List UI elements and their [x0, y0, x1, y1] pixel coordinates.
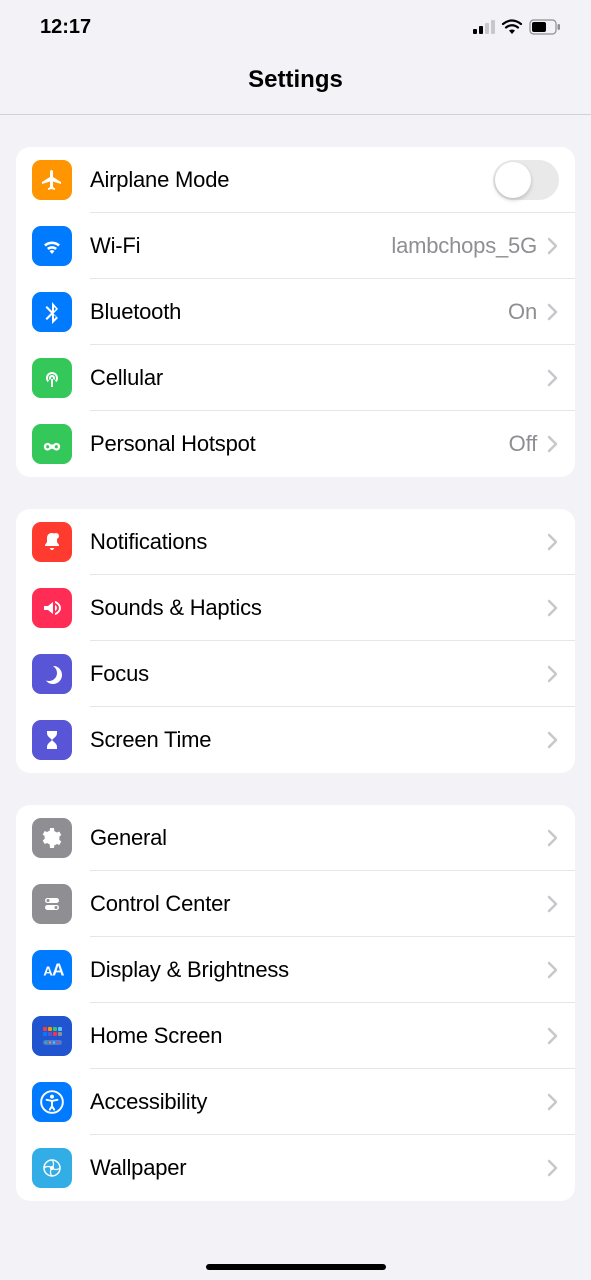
row-label: Airplane Mode [90, 167, 493, 193]
svg-text:A: A [52, 959, 65, 979]
row-label: Notifications [90, 529, 547, 555]
row-label: Control Center [90, 891, 547, 917]
row-label: Display & Brightness [90, 957, 547, 983]
row-personal-hotspot[interactable]: Personal Hotspot Off [16, 411, 575, 477]
wifi-status-icon [501, 19, 523, 35]
cellular-icon [32, 358, 72, 398]
bluetooth-icon [32, 292, 72, 332]
screentime-icon [32, 720, 72, 760]
row-wifi[interactable]: Wi-Fi lambchops_5G [16, 213, 575, 279]
row-general[interactable]: General [16, 805, 575, 871]
focus-icon [32, 654, 72, 694]
display-icon: AA [32, 950, 72, 990]
chevron-right-icon [547, 731, 559, 749]
row-label: Accessibility [90, 1089, 547, 1115]
row-label: Wallpaper [90, 1155, 547, 1181]
chevron-right-icon [547, 369, 559, 387]
chevron-right-icon [547, 303, 559, 321]
status-time: 12:17 [40, 16, 91, 39]
chevron-right-icon [547, 895, 559, 913]
cellular-signal-icon [473, 20, 495, 34]
homescreen-icon [32, 1016, 72, 1056]
chevron-right-icon [547, 435, 559, 453]
row-control-center[interactable]: Control Center [16, 871, 575, 937]
header: Settings [0, 54, 591, 115]
chevron-right-icon [547, 599, 559, 617]
row-home-screen[interactable]: Home Screen [16, 1003, 575, 1069]
row-label: Wi-Fi [90, 233, 391, 259]
general-icon [32, 818, 72, 858]
row-label: Personal Hotspot [90, 431, 509, 457]
chevron-right-icon [547, 237, 559, 255]
row-label: General [90, 825, 547, 851]
controlcenter-icon [32, 884, 72, 924]
hotspot-icon [32, 424, 72, 464]
row-notifications[interactable]: Notifications [16, 509, 575, 575]
section-connectivity: Airplane Mode Wi-Fi lambchops_5G Bluetoo… [16, 147, 575, 477]
row-screen-time[interactable]: Screen Time [16, 707, 575, 773]
row-value: Off [509, 431, 537, 457]
sounds-icon [32, 588, 72, 628]
row-label: Sounds & Haptics [90, 595, 547, 621]
chevron-right-icon [547, 1027, 559, 1045]
row-sounds[interactable]: Sounds & Haptics [16, 575, 575, 641]
row-display[interactable]: AA Display & Brightness [16, 937, 575, 1003]
accessibility-icon [32, 1082, 72, 1122]
section-general: General Control Center AA Display & Brig… [16, 805, 575, 1201]
row-label: Home Screen [90, 1023, 547, 1049]
row-value: lambchops_5G [391, 233, 537, 259]
wifi-icon [32, 226, 72, 266]
section-notifications: Notifications Sounds & Haptics Focus Scr… [16, 509, 575, 773]
airplane-icon [32, 160, 72, 200]
row-bluetooth[interactable]: Bluetooth On [16, 279, 575, 345]
home-indicator[interactable] [206, 1264, 386, 1270]
row-focus[interactable]: Focus [16, 641, 575, 707]
page-title: Settings [0, 66, 591, 94]
row-value: On [508, 299, 537, 325]
settings-list: Airplane Mode Wi-Fi lambchops_5G Bluetoo… [0, 147, 591, 1201]
row-label: Focus [90, 661, 547, 687]
chevron-right-icon [547, 1093, 559, 1111]
row-accessibility[interactable]: Accessibility [16, 1069, 575, 1135]
airplane-toggle[interactable] [493, 160, 559, 200]
row-airplane-mode[interactable]: Airplane Mode [16, 147, 575, 213]
chevron-right-icon [547, 829, 559, 847]
notifications-icon [32, 522, 72, 562]
row-wallpaper[interactable]: Wallpaper [16, 1135, 575, 1201]
chevron-right-icon [547, 533, 559, 551]
status-bar: 12:17 [0, 0, 591, 54]
status-icons [473, 19, 561, 35]
wallpaper-icon [32, 1148, 72, 1188]
row-label: Bluetooth [90, 299, 508, 325]
row-cellular[interactable]: Cellular [16, 345, 575, 411]
chevron-right-icon [547, 1159, 559, 1177]
chevron-right-icon [547, 961, 559, 979]
row-label: Cellular [90, 365, 547, 391]
row-label: Screen Time [90, 727, 547, 753]
battery-icon [529, 19, 561, 35]
chevron-right-icon [547, 665, 559, 683]
